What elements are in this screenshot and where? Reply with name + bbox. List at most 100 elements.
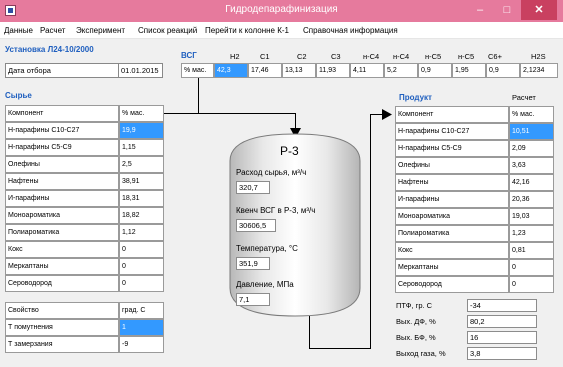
calc-label: Расчет — [512, 93, 536, 102]
vsg-value-cell[interactable]: 11,93 — [316, 63, 350, 78]
vsg-header: н-C4 — [393, 52, 410, 61]
minimize-button[interactable]: – — [467, 0, 493, 20]
product-flow-line — [309, 348, 370, 349]
vsg-header: C2 — [297, 52, 307, 61]
temperature-input[interactable]: 351,9 — [236, 257, 270, 270]
feed-row-value[interactable]: 0 — [119, 258, 164, 275]
product-row-value[interactable]: 1,23 — [509, 225, 554, 242]
product-row-value[interactable]: 19,03 — [509, 208, 554, 225]
props-row-value[interactable]: -9 — [119, 336, 164, 353]
product-flow-line — [370, 114, 382, 115]
date-field[interactable]: 01.01.2015 — [118, 63, 163, 78]
vsg-value-cell[interactable]: 5,2 — [384, 63, 418, 78]
product-row-name: Сероводород — [395, 276, 509, 293]
feed-row-value[interactable]: 18,82 — [119, 207, 164, 224]
feed-row-value[interactable]: 18,31 — [119, 190, 164, 207]
product-row-value[interactable]: 0 — [509, 276, 554, 293]
product-header-component: Компонент — [395, 106, 509, 123]
feed-row-value[interactable]: 1,12 — [119, 224, 164, 241]
menu-item-calc[interactable]: Расчет — [40, 26, 65, 35]
close-button[interactable]: ✕ — [521, 0, 557, 20]
product-row-value[interactable]: 2,09 — [509, 140, 554, 157]
vsg-value-cell[interactable]: 0,9 — [486, 63, 520, 78]
maximize-button[interactable]: □ — [494, 0, 520, 20]
menu-item-reference[interactable]: Справочная информация — [303, 26, 398, 35]
flow-label: Расход сырья, м³/ч — [236, 168, 307, 177]
vsg-flow-line — [198, 78, 199, 113]
feed-row-value[interactable]: 1,15 — [119, 139, 164, 156]
feed-row-name: Н-парафины С10-С27 — [5, 122, 119, 139]
product-row-name: Меркаптаны — [395, 259, 509, 276]
product-header-unit: % мас. — [509, 106, 554, 123]
result-label: ПТФ, гр. С — [396, 301, 433, 310]
menu-item-column-k1[interactable]: Перейти к колонне К-1 — [205, 26, 289, 35]
props-header-unit: град. С — [119, 302, 164, 319]
props-row-name: Т замерзания — [5, 336, 119, 353]
result-field[interactable]: 16 — [467, 331, 537, 344]
vsg-header: H2S — [531, 52, 546, 61]
feed-row-value[interactable]: 2,5 — [119, 156, 164, 173]
vsg-header: C3 — [331, 52, 341, 61]
feed-row-value[interactable]: 19,9 — [119, 122, 164, 139]
feed-row-name: Олефины — [5, 156, 119, 173]
feed-row-name: Н-парафины С5-С9 — [5, 139, 119, 156]
product-row-name: Моноароматика — [395, 208, 509, 225]
vsg-header: C6+ — [488, 52, 502, 61]
vsg-value-cell[interactable]: 17,46 — [248, 63, 282, 78]
feed-header-component: Компонент — [5, 105, 119, 122]
menu-item-experiment[interactable]: Эксперимент — [76, 26, 125, 35]
feed-row-name: Моноароматика — [5, 207, 119, 224]
reactor-title: Р-3 — [280, 144, 299, 158]
flow-input[interactable]: 320,7 — [236, 181, 270, 194]
result-field[interactable]: -34 — [467, 299, 537, 312]
feed-row-name: Сероводород — [5, 275, 119, 292]
result-field[interactable]: 3,8 — [467, 347, 537, 360]
result-label: Вых. ДФ, % — [396, 317, 436, 326]
product-row-name: Н-парафины С10-С27 — [395, 123, 509, 140]
feed-row-name: Меркаптаны — [5, 258, 119, 275]
quench-input[interactable]: 30606,5 — [236, 219, 276, 232]
vsg-value-cell[interactable]: 4,11 — [350, 63, 384, 78]
feed-row-value[interactable]: 0 — [119, 275, 164, 292]
quench-label: Квенч ВСГ в Р-3, м³/ч — [236, 206, 316, 215]
menu-item-data[interactable]: Данные — [4, 26, 33, 35]
arrow-right-icon — [382, 109, 392, 120]
vsg-value-cell[interactable]: 2,1234 — [520, 63, 558, 78]
pressure-input[interactable]: 7,1 — [236, 293, 270, 306]
feed-row-value[interactable]: 38,91 — [119, 173, 164, 190]
feed-row-name: Полиароматика — [5, 224, 119, 241]
feed-title: Сырье — [5, 91, 32, 100]
product-row-name: И-парафины — [395, 191, 509, 208]
vsg-value-cell[interactable]: 13,13 — [282, 63, 316, 78]
product-row-value[interactable]: 42,16 — [509, 174, 554, 191]
vsg-header: н-C5 — [458, 52, 475, 61]
product-row-value[interactable]: 20,36 — [509, 191, 554, 208]
result-field[interactable]: 80,2 — [467, 315, 537, 328]
props-row-name: Т помутнения — [5, 319, 119, 336]
vsg-value-cell[interactable]: 42,3 — [214, 63, 248, 78]
product-row-value[interactable]: 10,51 — [509, 123, 554, 140]
pressure-label: Давление, МПа — [236, 280, 294, 289]
product-row-name: Нафтены — [395, 174, 509, 191]
vsg-header: H2 — [230, 52, 240, 61]
vsg-title: ВСГ — [181, 51, 197, 60]
feed-row-name: Кокс — [5, 241, 119, 258]
feed-row-value[interactable]: 0 — [119, 241, 164, 258]
product-row-value[interactable]: 0,81 — [509, 242, 554, 259]
vsg-header: C1 — [260, 52, 270, 61]
vsg-value-cell[interactable]: 0,9 — [418, 63, 452, 78]
feed-row-name: Нафтены — [5, 173, 119, 190]
vsg-unit: % мас. — [181, 63, 214, 78]
menu-bar: Данные Расчет Эксперимент Список реакций… — [0, 22, 563, 39]
product-row-value[interactable]: 0 — [509, 259, 554, 276]
plant-title: Установка Л24-10/2000 — [5, 45, 94, 54]
product-row-value[interactable]: 3,63 — [509, 157, 554, 174]
product-row-name: Полиароматика — [395, 225, 509, 242]
date-label: Дата отбора — [5, 63, 119, 78]
props-row-value[interactable]: 1 — [119, 319, 164, 336]
product-row-name: Олефины — [395, 157, 509, 174]
product-row-name: Н-парафины С5-С9 — [395, 140, 509, 157]
product-row-name: Кокс — [395, 242, 509, 259]
vsg-value-cell[interactable]: 1,95 — [452, 63, 486, 78]
menu-item-reactions[interactable]: Список реакций — [138, 26, 197, 35]
